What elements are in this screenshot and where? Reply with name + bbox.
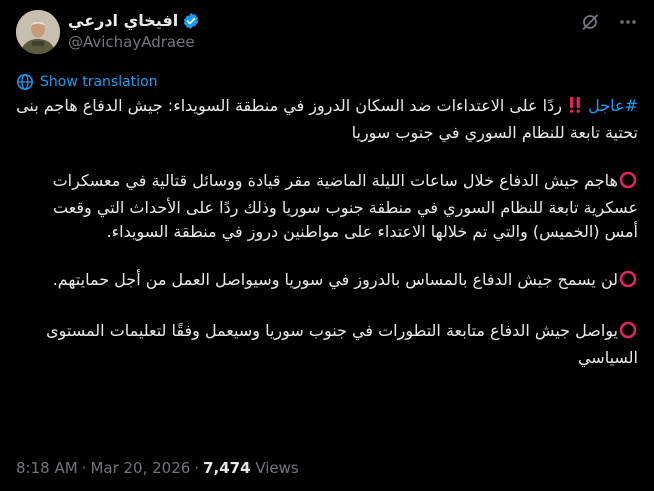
hashtag[interactable]: #عاجل bbox=[588, 96, 638, 115]
views-label: Views bbox=[255, 459, 299, 477]
translate-icon bbox=[16, 73, 34, 91]
tweet-paragraph-2: هاجم جيش الدفاع خلال ساعات الليلة الماضي… bbox=[16, 169, 638, 244]
show-translation-label: Show translation bbox=[40, 74, 158, 90]
meta-separator: · bbox=[194, 459, 200, 477]
tweet-paragraph-3: لن يسمح جيش الدفاع بالمساس بالدروز في سو… bbox=[16, 268, 638, 295]
grok-icon[interactable] bbox=[580, 12, 600, 32]
verified-badge-icon bbox=[182, 12, 200, 30]
tweet-time[interactable]: 8:18 AM bbox=[16, 459, 78, 477]
tweet-meta: 8:18 AM · Mar 20, 2026 · 7,474 Views bbox=[16, 459, 299, 477]
tweet-paragraph-1: #عاجل ردًا على الاعتداءات ضد السكان الدر… bbox=[16, 94, 638, 145]
more-icon[interactable] bbox=[618, 12, 638, 32]
tweet-text: #عاجل ردًا على الاعتداءات ضد السكان الدر… bbox=[16, 94, 638, 370]
tweet-paragraph-4-text: يواصل جيش الدفاع متابعة التطورات في جنوب… bbox=[46, 321, 638, 367]
red-circle-icon bbox=[619, 270, 637, 295]
tweet-date[interactable]: Mar 20, 2026 bbox=[90, 459, 190, 477]
views-count: 7,474 bbox=[203, 459, 251, 477]
avatar[interactable] bbox=[16, 10, 60, 54]
tweet-paragraph-4: يواصل جيش الدفاع متابعة التطورات في جنوب… bbox=[16, 319, 638, 370]
handle[interactable]: @AvichayAdraee bbox=[68, 33, 195, 51]
display-name[interactable]: افيخاي ادرعي bbox=[68, 11, 178, 30]
tweet-paragraph-1-text: ردًا على الاعتداءات ضد السكان الدروز في … bbox=[16, 96, 638, 142]
red-circle-icon bbox=[619, 321, 637, 346]
tweet-paragraph-3-text: لن يسمح جيش الدفاع بالمساس بالدروز في سو… bbox=[52, 270, 618, 289]
meta-separator: · bbox=[81, 459, 87, 477]
red-circle-icon bbox=[619, 171, 637, 196]
double-exclamation-icon bbox=[568, 96, 582, 121]
tweet-paragraph-2-text: هاجم جيش الدفاع خلال ساعات الليلة الماضي… bbox=[52, 171, 638, 241]
show-translation-link[interactable]: Show translation bbox=[16, 73, 158, 91]
